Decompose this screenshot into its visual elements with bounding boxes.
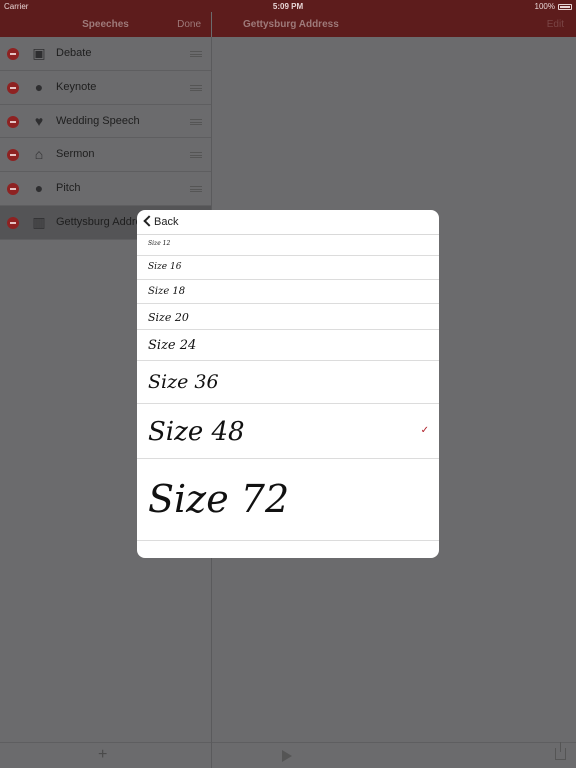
font-size-label: Size 36 [148,371,219,393]
font-size-option[interactable]: Size 72 [137,459,439,541]
font-size-option[interactable]: Size 20 [137,304,439,330]
reorder-handle-icon[interactable] [190,51,202,57]
detail-title: Gettysburg Address [243,19,339,30]
detail-toolbar [212,742,576,768]
speech-row[interactable]: ● Pitch [0,172,211,206]
speech-bubbles-icon: ▣ [32,45,46,61]
font-size-label: Size 72 [148,477,290,521]
popover-header: Back [137,210,439,235]
add-speech-button[interactable]: + [98,746,107,764]
status-bar: Carrier 5:09 PM 100% [0,0,576,12]
font-size-option[interactable]: Size 12 [137,235,439,256]
speech-row[interactable]: ♥ Wedding Speech [0,104,211,139]
speech-label: Gettysburg Address [56,215,140,228]
done-button[interactable]: Done [177,19,201,30]
heart-icon: ♥ [34,112,44,129]
list-toolbar: + [0,742,211,768]
reorder-handle-icon[interactable] [190,118,202,125]
speech-label: Pitch [56,182,81,195]
lightbulb-icon: ● [34,78,44,95]
delete-minus-icon[interactable] [7,48,19,60]
speech-row[interactable]: ● Keynote [0,70,211,105]
checkmark-icon: ✓ [420,424,429,436]
font-size-label: Size 18 [148,286,186,297]
speech-label: Wedding Speech [56,114,140,127]
reorder-handle-icon[interactable] [190,186,202,193]
speech-row[interactable]: ⌂ Sermon [0,138,211,173]
font-size-label: Size 20 [148,311,189,324]
battery-percent: 100% [534,2,555,11]
delete-minus-icon[interactable] [7,115,19,128]
speeches-nav-bar: Speeches Done [0,12,211,37]
play-icon[interactable] [282,750,292,762]
font-size-option[interactable]: Size 36 [137,361,439,404]
monument-icon: ▥ [32,213,46,230]
battery-indicator: 100% [535,2,572,11]
detail-nav-bar: Gettysburg Address Edit [212,12,576,37]
delete-minus-icon[interactable] [7,149,19,162]
chevron-left-icon[interactable] [143,215,155,227]
edit-button[interactable]: Edit [547,19,564,30]
speech-label: Sermon [56,148,95,161]
font-size-label: Size 24 [148,338,197,353]
back-button[interactable]: Back [154,216,178,228]
battery-icon [558,3,572,10]
speech-row[interactable]: ▣ Debate [0,37,211,71]
delete-minus-icon[interactable] [7,216,19,229]
font-size-popover: Back Size 12 Size 16 Size 18 Size 20 Size 24… [137,210,439,558]
font-size-option[interactable]: Size 24 [137,330,439,361]
reorder-handle-icon[interactable] [190,84,202,91]
font-size-option[interactable]: Size 16 [137,256,439,280]
font-size-list: Size 12 Size 16 Size 18 Size 20 Size 24 Size … [137,235,439,541]
reorder-handle-icon[interactable] [190,152,202,159]
battery-fill [560,5,570,8]
font-size-label: Size 48 [148,417,245,447]
speech-label: Debate [56,47,92,59]
font-size-option[interactable]: Size 48 ✓ [137,404,439,459]
font-size-label: Size 12 [148,240,171,247]
speech-label: Keynote [56,80,97,93]
clock: 5:09 PM [272,2,304,11]
font-size-option[interactable]: Size 18 [137,280,439,304]
church-icon: ⌂ [34,146,44,163]
font-size-label: Size 16 [148,262,182,272]
delete-minus-icon[interactable] [7,81,19,94]
lightbulb-icon: ● [34,180,44,197]
delete-minus-icon[interactable] [7,183,19,196]
share-icon[interactable] [555,742,566,760]
